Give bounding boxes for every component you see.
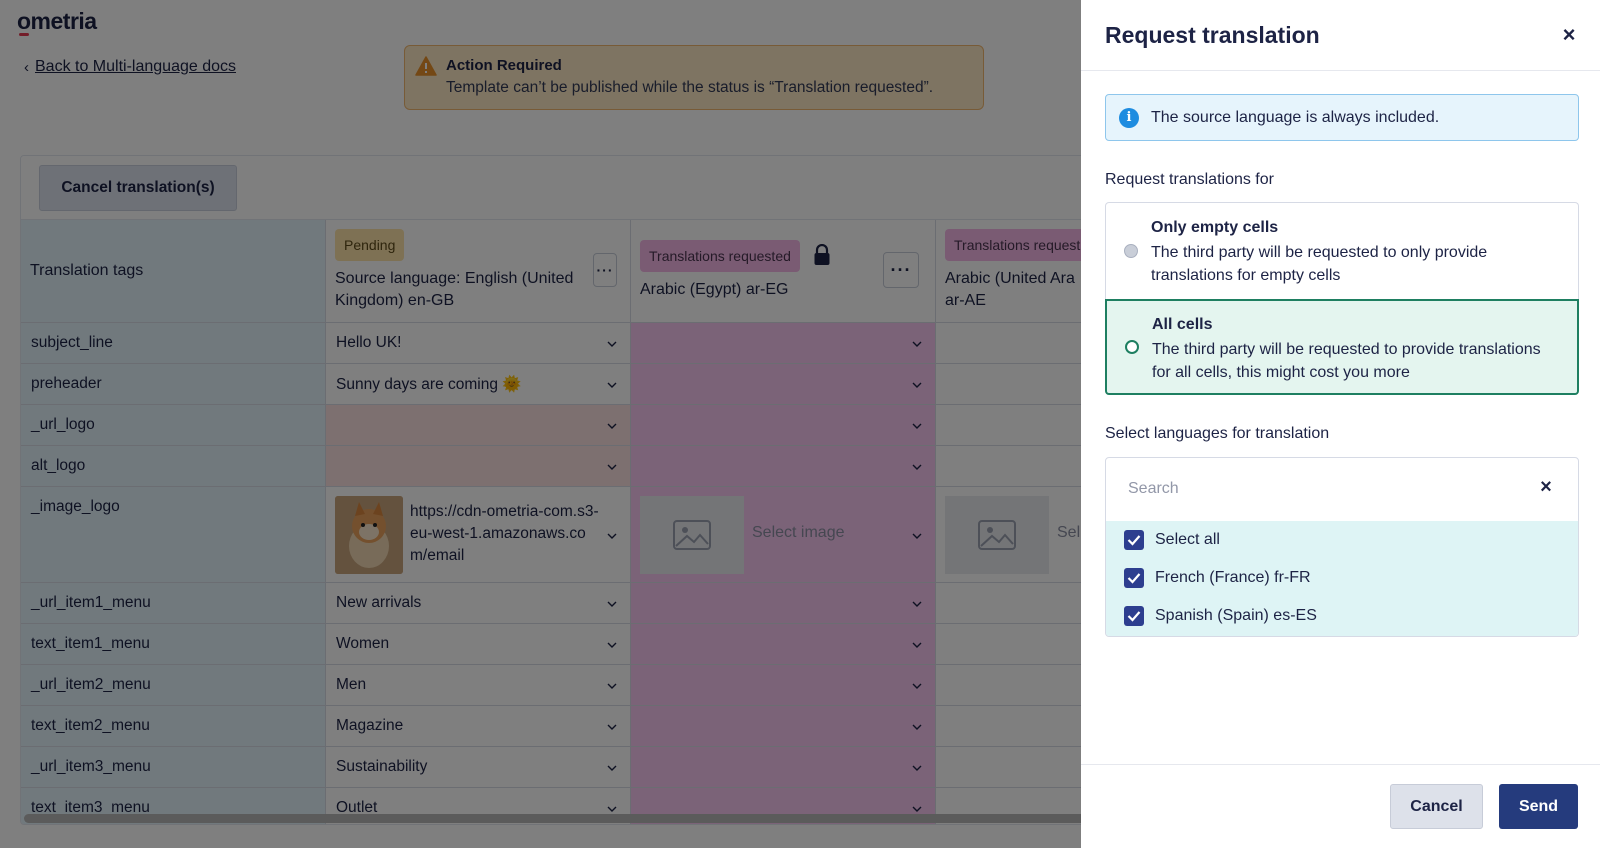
info-banner: i The source language is always included… [1105, 94, 1579, 141]
language-label: Spanish (Spain) es-ES [1155, 607, 1317, 624]
language-label: Select all [1155, 531, 1220, 548]
language-option-es-es[interactable]: Spanish (Spain) es-ES [1124, 605, 1317, 627]
option-all-cells[interactable]: All cells The third party will be reques… [1105, 299, 1579, 395]
language-search: × [1106, 458, 1578, 521]
language-list: Select all French (France) fr-FR Spanish… [1106, 521, 1578, 636]
checkbox-checked[interactable] [1124, 568, 1144, 588]
cancel-button[interactable]: Cancel [1390, 784, 1483, 829]
radio-button-selected[interactable] [1125, 340, 1139, 354]
option-title: All cells [1152, 316, 1213, 333]
info-icon: i [1119, 108, 1139, 128]
option-only-empty-cells[interactable]: Only empty cells The third party will be… [1105, 202, 1579, 300]
request-for-label: Request translations for [1105, 171, 1274, 188]
languages-label: Select languages for translation [1105, 425, 1330, 442]
drawer-footer: Cancel Send [1081, 764, 1600, 848]
checkbox-checked[interactable] [1124, 530, 1144, 550]
radio-button[interactable] [1124, 244, 1138, 258]
option-description: The third party will be requested to pro… [1152, 341, 1541, 381]
language-option-select-all[interactable]: Select all [1124, 529, 1220, 551]
clear-search-icon[interactable]: × [1538, 477, 1554, 497]
request-translation-drawer: Request translation × i The source langu… [1081, 0, 1600, 848]
checkbox-checked[interactable] [1124, 606, 1144, 626]
send-button[interactable]: Send [1499, 784, 1578, 829]
option-title: Only empty cells [1151, 219, 1279, 236]
drawer-header: Request translation × [1081, 0, 1600, 71]
close-icon[interactable]: × [1560, 24, 1578, 46]
language-selector: × Select all French (France) fr-FR Spani… [1105, 457, 1579, 637]
language-label: French (France) fr-FR [1155, 569, 1311, 586]
drawer-title: Request translation [1105, 22, 1320, 48]
option-description: The third party will be requested to onl… [1151, 244, 1488, 284]
search-input[interactable] [1128, 476, 1508, 502]
info-text: The source language is always included. [1151, 109, 1440, 126]
language-option-fr-fr[interactable]: French (France) fr-FR [1124, 567, 1311, 589]
